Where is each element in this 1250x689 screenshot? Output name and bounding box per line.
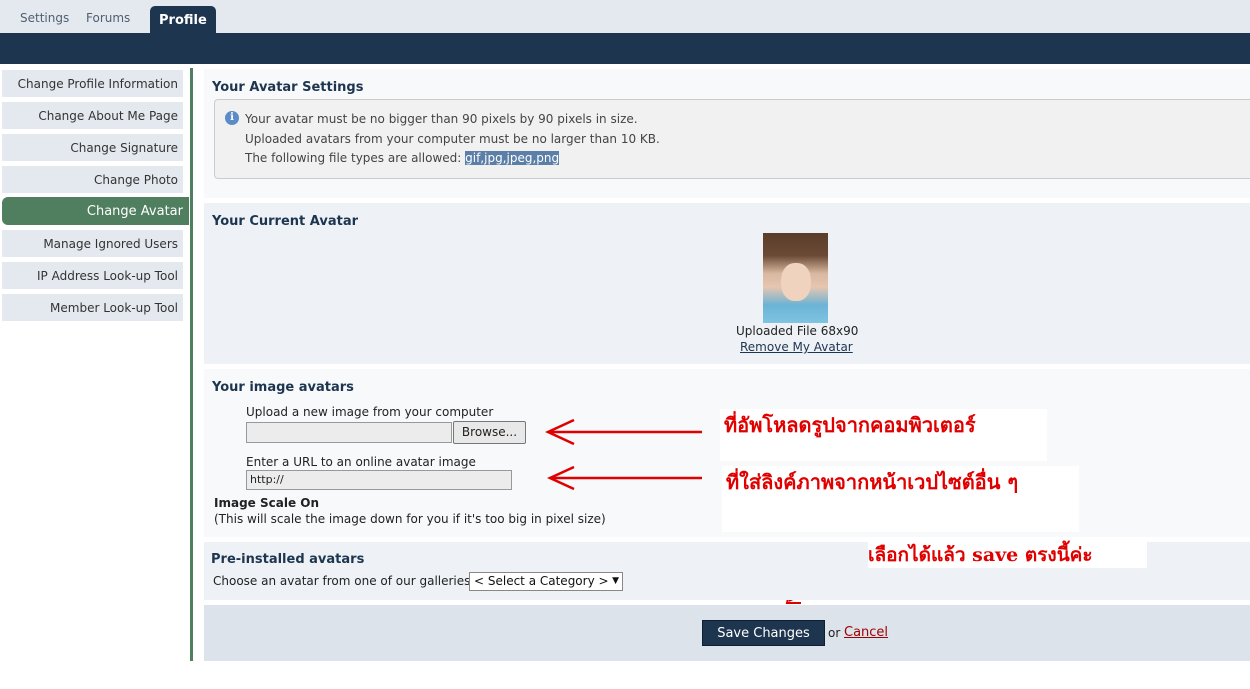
sidebar-item-ip-address-lookup-tool[interactable]: IP Address Look-up Tool (2, 262, 183, 289)
current-avatar-section: Your Current Avatar (204, 203, 1250, 364)
tab-forums[interactable]: Forums (86, 11, 130, 25)
sidebar-item-change-signature[interactable]: Change Signature (2, 134, 183, 161)
image-scale-title: Image Scale On (214, 496, 319, 510)
avatar-rules-box: i Your avatar must be no bigger than 90 … (214, 99, 1250, 179)
save-changes-button[interactable]: Save Changes (702, 620, 825, 646)
nav-bar (0, 33, 1250, 64)
upload-annotation: ที่อัพโหลดรูปจากคอมพิวเตอร์ (720, 409, 1047, 461)
image-avatars-title: Your image avatars (212, 380, 354, 395)
url-label: Enter a URL to an online avatar image (246, 455, 476, 469)
file-path-input[interactable] (246, 422, 452, 443)
remove-avatar-link[interactable]: Remove My Avatar (740, 340, 853, 354)
upload-label: Upload a new image from your computer (246, 405, 494, 419)
tab-settings[interactable]: Settings (20, 11, 69, 25)
url-arrow-icon (546, 465, 702, 491)
preinstalled-title: Pre-installed avatars (211, 552, 365, 567)
avatar-image (763, 233, 828, 323)
browse-button[interactable]: Browse... (453, 421, 526, 444)
or-text: or (828, 626, 841, 640)
save-annotation: เลือกได้แล้ว save ตรงนี้ค่ะ (868, 540, 1147, 568)
sidebar-divider (190, 68, 193, 661)
current-avatar-title: Your Current Avatar (212, 214, 359, 229)
avatar-url-input[interactable]: http:// (246, 470, 512, 490)
chevron-down-icon: ▼ (612, 576, 619, 586)
sidebar-item-manage-ignored-users[interactable]: Manage Ignored Users (2, 230, 183, 257)
avatar-filesize-rule: Uploaded avatars from your computer must… (245, 132, 660, 146)
avatar-caption: Uploaded File 68x90 (736, 324, 859, 338)
tab-profile[interactable]: Profile (150, 6, 216, 33)
category-select[interactable]: < Select a Category > ▼ (469, 572, 623, 591)
gallery-prompt: Choose an avatar from one of our galleri… (213, 574, 475, 588)
sidebar-item-member-lookup-tool[interactable]: Member Look-up Tool (2, 294, 183, 321)
sidebar-item-change-avatar[interactable]: Change Avatar (2, 197, 189, 225)
category-select-value: < Select a Category > (474, 574, 609, 588)
filetype-list: gif,jpg,jpeg,png (465, 151, 560, 165)
avatar-filetype-rule: The following file types are allowed: gi… (245, 151, 560, 165)
sidebar-item-change-photo[interactable]: Change Photo (2, 166, 183, 193)
url-annotation: ที่ใส่ลิงค์ภาพจากหน้าเวปไซต์อื่น ๆ (722, 466, 1079, 532)
info-icon: i (225, 111, 239, 125)
filetype-prefix: The following file types are allowed: (245, 151, 466, 165)
sidebar-item-change-about-me-page[interactable]: Change About Me Page (2, 102, 183, 129)
avatar-size-rule: Your avatar must be no bigger than 90 pi… (245, 112, 638, 126)
sidebar-item-change-profile-information[interactable]: Change Profile Information (2, 70, 183, 97)
annotation-arrows (545, 418, 702, 491)
upload-arrow-icon (545, 418, 702, 446)
image-scale-note: (This will scale the image down for you … (214, 512, 606, 526)
avatar-settings-title: Your Avatar Settings (212, 80, 364, 95)
avatar-face (781, 263, 811, 301)
cancel-link[interactable]: Cancel (844, 625, 888, 640)
